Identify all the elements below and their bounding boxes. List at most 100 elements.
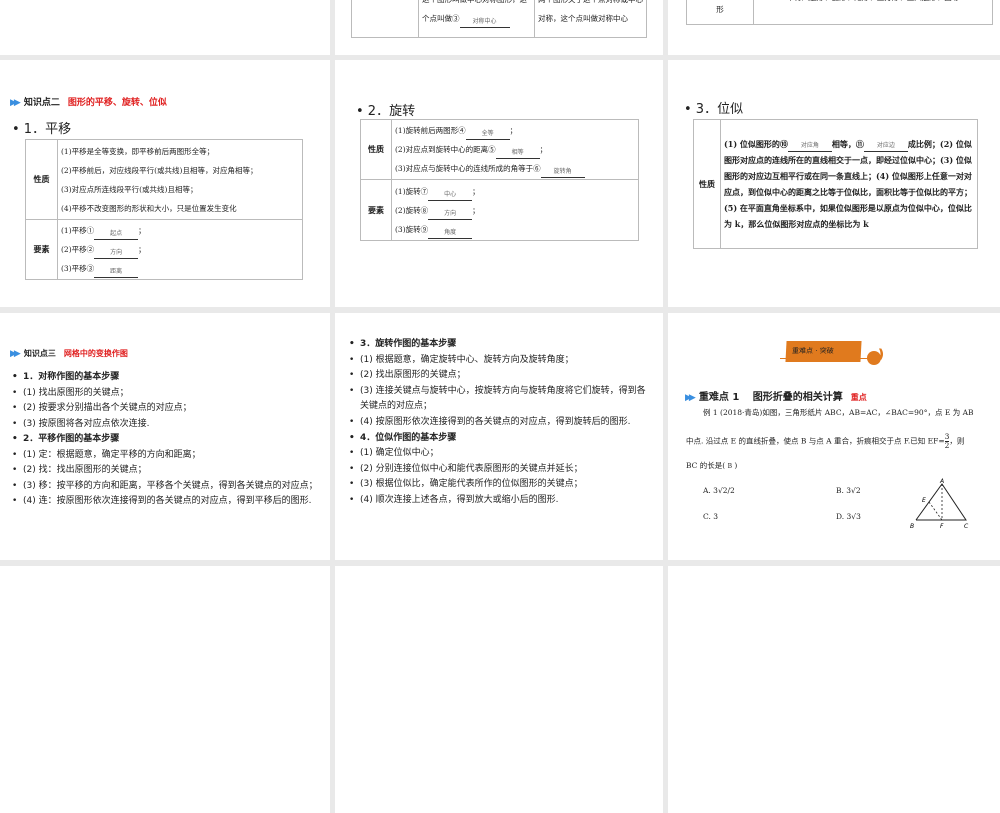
option-c[interactable]: C. 3 <box>703 512 718 521</box>
option-b[interactable]: B. 3√2 <box>836 486 861 495</box>
property-text: (2)对应点到旋转中心的距离⑤ <box>395 145 496 154</box>
list-item: (3) 连接关键点与旋转中心，按旋转方向与旋转角度将它们旋转，得到各关键点的对应… <box>349 384 654 415</box>
property-label: 性质 <box>360 119 392 180</box>
element-line: (1)平移① 起点； <box>61 221 299 240</box>
property-line: (3)对应点与旋转中心的连线所成的角等于⑥ 旋转角 <box>395 159 635 178</box>
property-text: (1)旋转前后两图形④ <box>395 126 466 135</box>
list-item: 3．旋转作图的基本步骤 <box>349 337 654 353</box>
element-line: (2)平移② 方向； <box>61 240 299 259</box>
steps-list: 3．旋转作图的基本步骤 (1) 根据题意，确定旋转中心、旋转方向及旋转角度； (… <box>349 337 654 509</box>
translation-table: 性质 (1)平移是全等变换，即平移前后两图形全等； (2)平移前后，对应线段平行… <box>25 139 303 280</box>
slide-thumb-top-right[interactable]: 常见的中心对称图形 平行四边形、菱形、矩形、正方形、正六边形、圆等 <box>668 0 1000 55</box>
answer-blank: 相等 <box>495 148 540 159</box>
answer-blank: 距离 <box>94 267 139 278</box>
label-e: E <box>922 497 926 504</box>
central-symmetry-table: 常见的中心对称图形 平行四边形、菱形、矩形、正方形、正六边形、圆等 <box>686 0 993 25</box>
slide-rotation[interactable]: • 2．旋转 性质 (1)旋转前后两图形④ 全等； (2)对应点到旋转中心的距离⑤… <box>335 60 663 307</box>
difficulty-heading: ▶▶ 重难点 1 图形折叠的相关计算 重点 <box>685 388 867 403</box>
property-line: (1)平移是全等变换，即平移前后两图形全等； <box>61 146 215 156</box>
list-item: (2) 找：找出原图形的关键点； <box>12 463 320 479</box>
question-text: ，则 <box>949 436 965 446</box>
double-arrow-icon: ▶▶ <box>10 349 21 359</box>
text-part: 相等，⑪ <box>831 139 864 149</box>
question-line: 例 1 (2018·青岛)如图，三角形纸片 ABC，AB=AC，∠BAC=90°… <box>703 408 974 417</box>
heading-text: 重难点 1 图形折叠的相关计算 <box>698 392 843 403</box>
similarity-table: 性质 (1) 位似图形的⑩ 对应角 相等，⑪ 对应边 成比例；(2) 位似图形对应点的连… <box>693 119 978 249</box>
slide-drawing-steps[interactable]: 3．旋转作图的基本步骤 (1) 根据题意，确定旋转中心、旋转方向及旋转角度； (… <box>335 313 663 560</box>
list-item: (1) 找出原图形的关键点； <box>12 386 320 402</box>
answer-blank: 全等 <box>465 129 510 140</box>
sound-waves-icon: ))) <box>878 347 884 361</box>
punct: ； <box>509 126 518 135</box>
element-text: (3)平移③ <box>61 264 95 273</box>
punct: ； <box>472 186 480 196</box>
list-item: (4) 按原图形依次连接得到的各关键点的对应点，得到旋转后的图形. <box>349 415 654 431</box>
slide-thumb-top-middle[interactable]: 这个图形叫做中心对称图形，这个点叫做③对称中心 两个图形关于这个点对称或中心对称… <box>335 0 663 55</box>
kp-title: 图形的平移、旋转、位似 <box>67 98 167 108</box>
grid-steps-list: 1．对称作图的基本步骤 (1) 找出原图形的关键点； (2) 按要求分别描出各个… <box>12 370 320 510</box>
option-d[interactable]: D. 3√3 <box>836 512 861 521</box>
list-item: (3) 按原图将各对应点依次连接. <box>12 417 320 433</box>
label-c: C <box>964 523 969 530</box>
double-arrow-icon: ▶▶ <box>685 393 696 403</box>
slide-similarity[interactable]: • 3．位似 性质 (1) 位似图形的⑩ 对应角 相等，⑪ 对应边 成比例；(2) 位似… <box>668 60 1000 307</box>
section-heading: • 3．位似 <box>684 102 744 117</box>
question-text: 中点. 沿过点 E 的直线折叠，使点 B 与点 A 重合，折痕相交于点 F.已知… <box>686 436 945 446</box>
property-line: (3)对应点所连线段平行(或共线)且相等； <box>61 184 198 194</box>
element-line: (1)旋转⑦ 中心； <box>395 182 635 201</box>
slide-thumb-top-left[interactable] <box>0 0 330 55</box>
section-heading: • 2．旋转 <box>356 104 416 119</box>
punct: ； <box>138 226 146 235</box>
option-a[interactable]: A. 3√2/2 <box>703 486 735 495</box>
list-item: (3) 移：按平移的方向和距离，平移各个关键点，得到各关键点的对应点； <box>12 479 320 495</box>
slide-thumb-bottom-left[interactable] <box>0 566 330 813</box>
list-item: 4．位似作图的基本步骤 <box>349 431 654 447</box>
answer-blank: 对应边 <box>863 141 908 152</box>
property-line: (1)旋转前后两图形④ 全等； <box>395 121 635 140</box>
list-item: (1) 定：根据题意，确定平移的方向和距离； <box>12 448 320 464</box>
kp-label: 知识点二 <box>23 98 60 108</box>
cell-label: 常见的中心对称图形 <box>686 0 754 25</box>
property-text: (3)对应点与旋转中心的连线所成的角等于⑥ <box>395 164 541 173</box>
answer-blank: 角度 <box>428 228 473 239</box>
list-item: (1) 确定位似中心； <box>349 446 654 462</box>
kp-label: 知识点三 <box>23 349 56 358</box>
property-line: (2)对应点到旋转中心的距离⑤ 相等； <box>395 140 635 159</box>
list-item: (4) 连：按原图形依次连接得到的各关键点的对应点，得到平移后的图形. <box>12 494 320 510</box>
list-item: 1．对称作图的基本步骤 <box>12 370 320 386</box>
answer-blank: 旋转角 <box>540 167 585 178</box>
section-heading: • 1．平移 <box>12 122 72 137</box>
properties-cell: (1)平移是全等变换，即平移前后两图形全等； (2)平移前后，对应线段平行(或共… <box>57 139 303 220</box>
punct: ； <box>138 245 146 254</box>
properties-cell: (1)旋转前后两图形④ 全等； (2)对应点到旋转中心的距离⑤ 相等； (3)对应点… <box>391 119 639 180</box>
element-line: (3)旋转⑨ 角度 <box>395 220 635 239</box>
property-label: 性质 <box>25 139 58 220</box>
list-item: (2) 找出原图形的关键点； <box>349 368 654 384</box>
answer-blank: 方向 <box>428 209 473 220</box>
element-text: (3)旋转⑨ <box>395 224 429 234</box>
double-arrow-icon: ▶▶ <box>10 98 21 108</box>
question-text: BC 的长是( <box>686 461 726 470</box>
element-label: 要素 <box>25 219 58 280</box>
answer-mark: B <box>727 463 733 470</box>
slide-translation[interactable]: ▶▶ 知识点二 图形的平移、旋转、位似 • 1．平移 性质 (1)平移是全等变换，即… <box>0 60 330 307</box>
cell-value: 平行四边形、菱形、矩形、正方形、正六边形、圆等 <box>753 0 993 25</box>
property-label: 性质 <box>693 119 721 249</box>
answer-blank: 方向 <box>94 248 139 259</box>
label-f: F <box>940 523 944 530</box>
section-banner: 重难点 · 突破 <box>785 341 862 362</box>
question-text: ) <box>734 461 738 470</box>
slide-grid-drawing[interactable]: ▶▶知识点三网格中的变换作图 1．对称作图的基本步骤 (1) 找出原图形的关键点… <box>0 313 330 560</box>
answer-blank: 起点 <box>94 229 139 240</box>
list-item: (3) 根据位似比，确定能代表所作的位似图形的关键点； <box>349 477 654 493</box>
slide-example[interactable]: 重难点 · 突破 ))) ▶▶ 重难点 1 图形折叠的相关计算 重点 例 1 (20… <box>668 313 1000 560</box>
slide-thumb-bottom-middle[interactable] <box>335 566 663 813</box>
elements-cell: (1)平移① 起点； (2)平移② 方向； (3)平移③ 距离 <box>57 219 303 280</box>
answer-blank: 对应角 <box>787 141 832 152</box>
element-line: (2)旋转⑧ 方向； <box>395 201 635 220</box>
rotation-table: 性质 (1)旋转前后两图形④ 全等； (2)对应点到旋转中心的距离⑤ 相等； (3)… <box>360 119 639 241</box>
punct: ； <box>539 145 548 154</box>
knowledge-point-header: ▶▶ 知识点二 图形的平移、旋转、位似 <box>10 95 167 108</box>
text-part: 成比例；(2) 位似图形对应点的连线所在的直线相交于一点，即经过位似中心；(3)… <box>724 139 972 229</box>
slide-thumb-bottom-right[interactable] <box>668 566 1000 813</box>
